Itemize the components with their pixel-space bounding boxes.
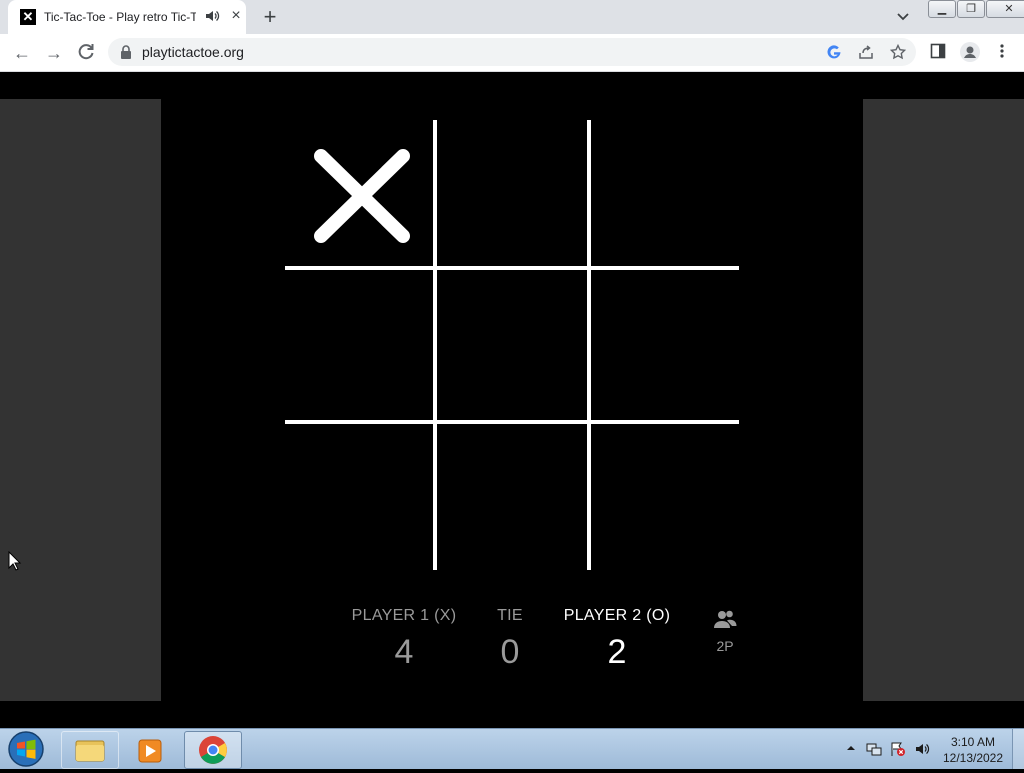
board-cell-r1-c2[interactable] xyxy=(437,120,585,268)
show-hidden-icons-icon[interactable] xyxy=(846,743,856,753)
player-mode-button[interactable]: 2P xyxy=(710,609,740,654)
reload-icon[interactable] xyxy=(74,40,98,64)
action-center-flag-icon[interactable] xyxy=(890,741,906,757)
board-cell-r3-c1[interactable] xyxy=(285,424,433,572)
new-tab-button[interactable]: + xyxy=(258,4,282,30)
right-side-panel xyxy=(863,99,1024,701)
board-cell-r2-c1[interactable] xyxy=(285,270,433,418)
profile-avatar-icon[interactable] xyxy=(960,42,980,62)
clock-time: 3:10 AM xyxy=(950,735,996,749)
board-cell-r1-c1[interactable] xyxy=(285,120,433,268)
game-page: PLAYER 1 (X) 4 TIE 0 PLAYER 2 (O) 2 2P xyxy=(0,72,1024,728)
restore-button[interactable]: ❐ xyxy=(957,0,985,18)
chevron-down-icon[interactable] xyxy=(896,10,910,24)
board-cell-r3-c2[interactable] xyxy=(437,424,585,572)
x-logo-icon: ✕ xyxy=(20,9,36,25)
player1-score: PLAYER 1 (X) 4 xyxy=(340,607,468,672)
two-players-icon xyxy=(714,610,737,628)
google-translate-icon[interactable] xyxy=(826,44,842,60)
side-panel-icon[interactable] xyxy=(930,43,946,59)
start-button[interactable] xyxy=(6,731,46,767)
back-arrow-icon[interactable]: ← xyxy=(10,41,34,65)
url-text: playtictactoe.org xyxy=(142,44,244,60)
show-desktop-button[interactable] xyxy=(1012,729,1024,769)
board-cell-r2-c3[interactable] xyxy=(591,270,739,418)
volume-icon[interactable] xyxy=(914,741,930,757)
file-explorer-icon[interactable] xyxy=(61,731,119,769)
minimize-button[interactable]: ▁ xyxy=(928,0,956,18)
close-tab-icon[interactable]: × xyxy=(228,7,244,25)
left-side-panel xyxy=(0,99,161,701)
tab-title: Tic-Tac-Toe - Play retro Tic-Tac-Toe xyxy=(44,10,196,24)
forward-arrow-icon[interactable]: → xyxy=(42,41,66,65)
share-icon[interactable] xyxy=(858,44,874,60)
address-bar[interactable]: playtictactoe.org xyxy=(108,38,916,66)
score-value: 4 xyxy=(394,633,414,671)
mode-label: 2P xyxy=(716,638,734,654)
score-label: TIE xyxy=(497,607,523,624)
score-label: PLAYER 2 (O) xyxy=(563,607,671,624)
media-player-icon[interactable] xyxy=(122,731,180,769)
clock-date: 12/13/2022 xyxy=(942,751,1004,765)
player2-score: PLAYER 2 (O) 2 xyxy=(552,607,682,672)
x-mark xyxy=(314,149,410,243)
tie-score: TIE 0 xyxy=(480,607,540,672)
board-cell-r2-c2[interactable] xyxy=(437,270,585,418)
tab-strip: ✕ Tic-Tac-Toe - Play retro Tic-Tac-Toe ×… xyxy=(0,0,1024,34)
browser-toolbar: ← → playtictactoe.org xyxy=(0,34,1024,72)
bookmark-star-icon[interactable] xyxy=(890,44,906,60)
system-clock[interactable]: 3:10 AM 12/13/2022 xyxy=(940,734,1006,766)
board-cell-r1-c3[interactable] xyxy=(591,120,739,268)
windows-taskbar: 3:10 AM 12/13/2022 xyxy=(0,728,1024,769)
browser-tab[interactable]: ✕ Tic-Tac-Toe - Play retro Tic-Tac-Toe × xyxy=(8,0,246,34)
game-board xyxy=(285,120,739,570)
score-value: 2 xyxy=(607,633,627,671)
mouse-cursor-icon xyxy=(8,551,22,571)
board-cell-r3-c3[interactable] xyxy=(591,424,739,572)
score-label: PLAYER 1 (X) xyxy=(351,607,457,624)
close-window-button[interactable]: ✕ xyxy=(986,0,1024,18)
window-controls: ▁ ❐ ✕ xyxy=(928,0,1024,18)
chrome-icon[interactable] xyxy=(184,731,242,769)
network-icon[interactable] xyxy=(866,741,882,757)
score-value: 0 xyxy=(500,633,520,671)
more-menu-icon[interactable] xyxy=(996,43,1008,59)
scoreboard: PLAYER 1 (X) 4 TIE 0 PLAYER 2 (O) 2 2P xyxy=(340,607,760,687)
lock-icon[interactable] xyxy=(120,45,132,59)
speaker-icon[interactable] xyxy=(204,8,220,24)
